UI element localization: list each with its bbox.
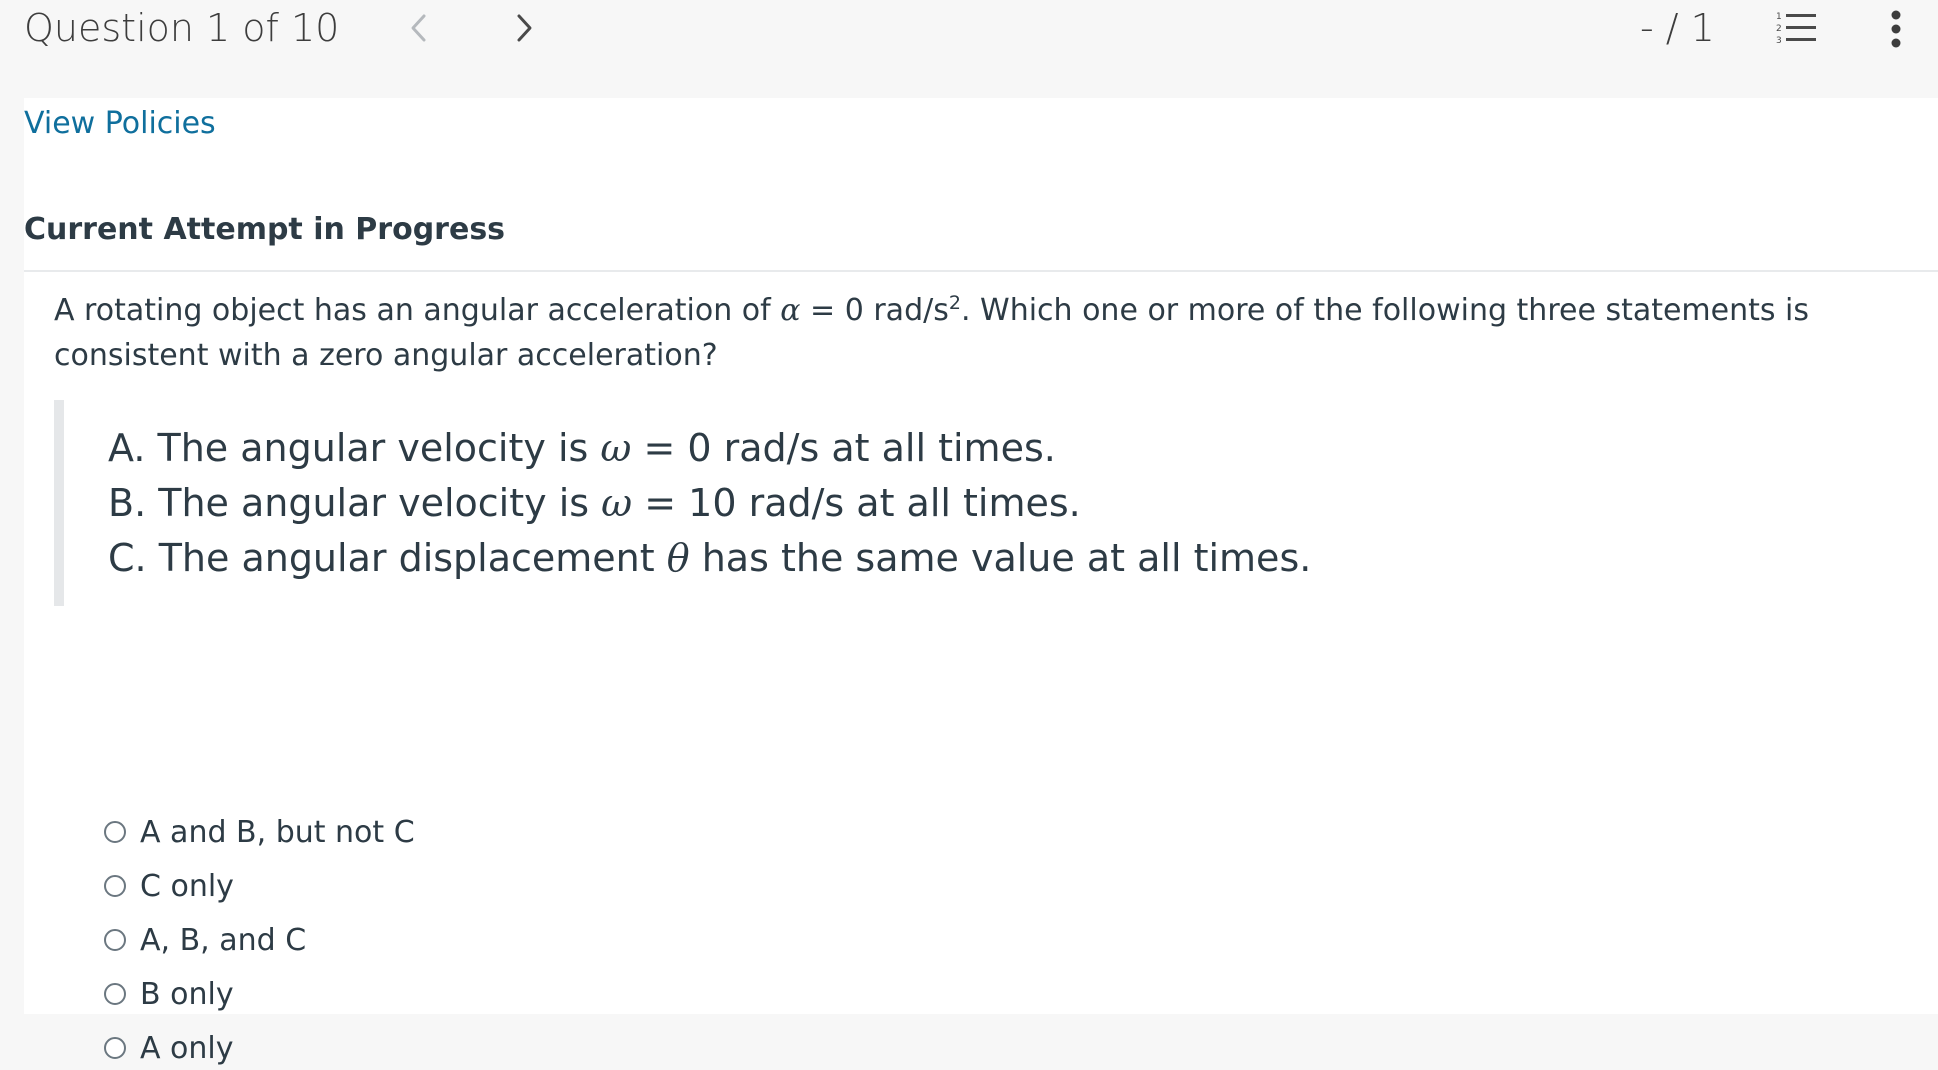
- question-topbar: Question 1 of 10 - / 1 1 2 3: [0, 0, 1938, 98]
- previous-question-button[interactable]: [399, 8, 439, 48]
- question-part-1: A rotating object has an angular acceler…: [54, 293, 781, 328]
- svg-text:3: 3: [1776, 36, 1782, 46]
- statement-a: A. The angular velocity is ω = 0 rad/s a…: [108, 422, 1056, 474]
- svg-text:2: 2: [1776, 24, 1782, 34]
- choice-label[interactable]: A and B, but not C: [140, 815, 415, 850]
- statement-c: C. The angular displacement θ has the sa…: [108, 532, 1311, 584]
- radio-button[interactable]: [104, 983, 126, 1005]
- choice-label[interactable]: A only: [140, 1031, 234, 1066]
- choice-option[interactable]: B only: [104, 972, 234, 1016]
- question-part-2: = 0 rad/s: [800, 293, 949, 328]
- next-question-button[interactable]: [504, 8, 544, 48]
- statement-b-prefix: B. The angular velocity is: [108, 481, 602, 525]
- alpha-symbol: α: [780, 293, 801, 328]
- chevron-left-icon: [411, 14, 426, 42]
- statement-a-prefix: A. The angular velocity is: [108, 426, 601, 470]
- question-content: View Policies Current Attempt in Progres…: [24, 98, 1938, 1066]
- choice-label[interactable]: B only: [140, 977, 234, 1012]
- radio-button[interactable]: [104, 1037, 126, 1059]
- choice-label[interactable]: C only: [140, 869, 234, 904]
- view-policies-link[interactable]: View Policies: [24, 102, 216, 146]
- omega-symbol: ω: [601, 481, 633, 525]
- chevron-right-icon: [517, 14, 532, 42]
- numbered-list-icon: 1 2 3: [1776, 12, 1816, 46]
- statement-b: B. The angular velocity is ω = 10 rad/s …: [108, 477, 1081, 529]
- exponent: 2: [948, 292, 961, 314]
- statement-a-suffix: = 0 rad/s at all times.: [631, 426, 1056, 470]
- statement-c-suffix: has the same value at all times.: [689, 536, 1312, 580]
- choice-label[interactable]: A, B, and C: [140, 923, 306, 958]
- attempt-heading: Current Attempt in Progress: [24, 212, 506, 247]
- more-options-button[interactable]: [1876, 6, 1916, 52]
- question-counter: Question 1 of 10: [24, 6, 340, 50]
- statements-blockquote: A. The angular velocity is ω = 0 rad/s a…: [54, 400, 1311, 606]
- statement-b-suffix: = 10 rad/s at all times.: [632, 481, 1081, 525]
- choice-option[interactable]: A and B, but not C: [104, 810, 415, 854]
- omega-symbol: ω: [600, 426, 632, 470]
- choice-option[interactable]: A only: [104, 1026, 234, 1070]
- question-list-button[interactable]: 1 2 3: [1772, 8, 1822, 48]
- theta-symbol: θ: [666, 536, 690, 580]
- question-text: A rotating object has an angular acceler…: [54, 288, 1934, 378]
- choice-option[interactable]: A, B, and C: [104, 918, 306, 962]
- vertical-dots-icon: [1891, 10, 1901, 48]
- choice-option[interactable]: C only: [104, 864, 234, 908]
- divider: [24, 270, 1938, 272]
- score-display: - / 1: [1640, 6, 1715, 50]
- radio-button[interactable]: [104, 875, 126, 897]
- radio-button[interactable]: [104, 821, 126, 843]
- statement-c-prefix: C. The angular displacement: [108, 536, 667, 580]
- svg-text:1: 1: [1776, 12, 1782, 22]
- radio-button[interactable]: [104, 929, 126, 951]
